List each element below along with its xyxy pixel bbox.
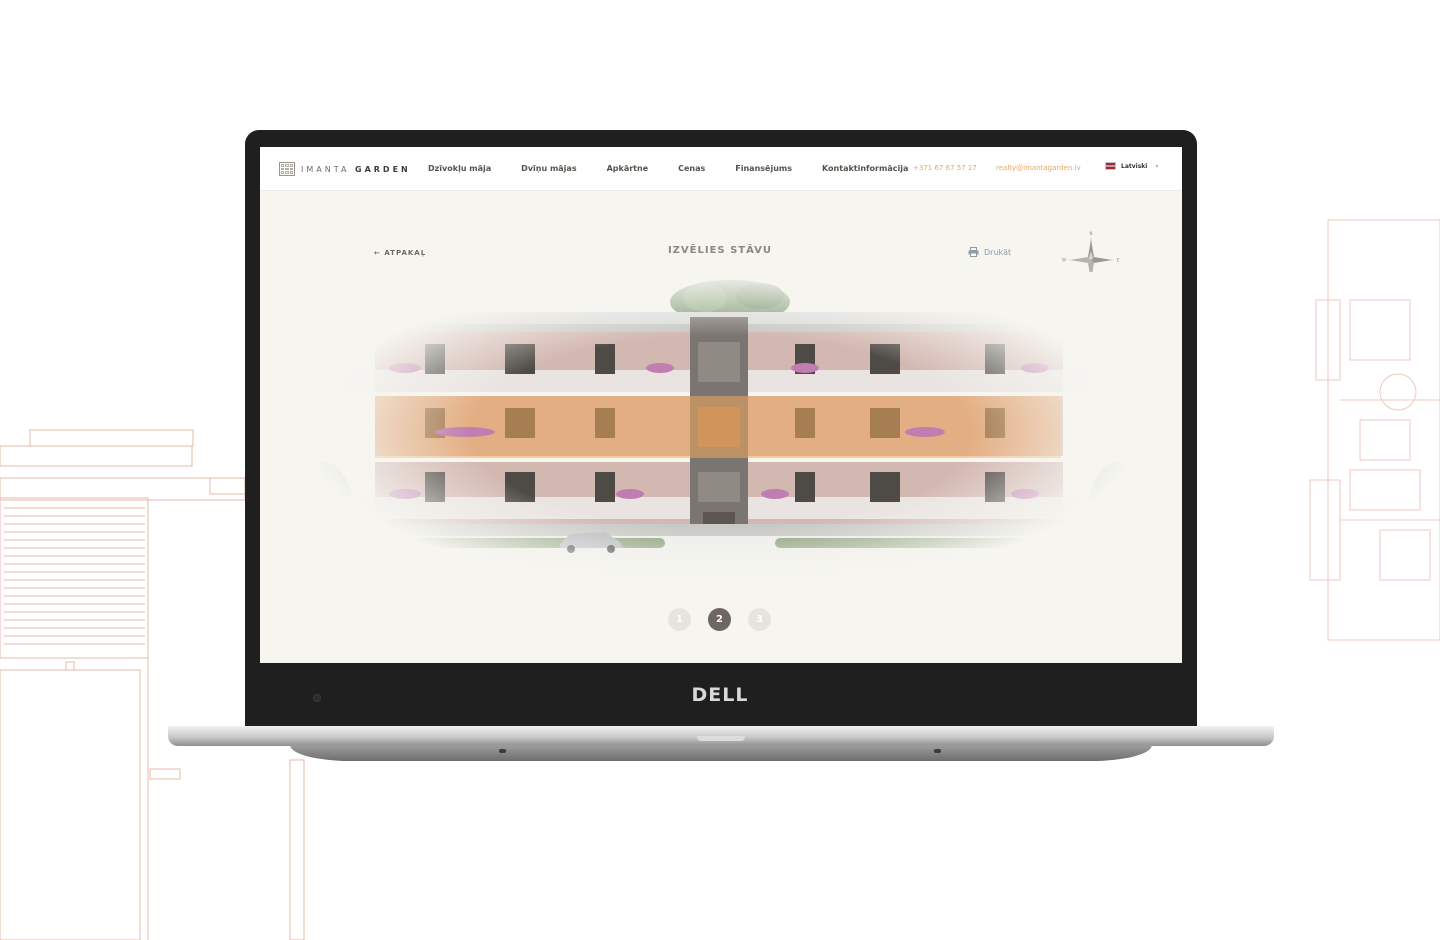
language-selector[interactable]: Latviski ▾ [1105, 162, 1158, 170]
floor-page-1[interactable]: 1 [668, 608, 691, 631]
nav-item-surroundings[interactable]: Apkārtne [607, 164, 649, 173]
nav-item-apartment-house[interactable]: Dzīvokļu māja [428, 164, 491, 173]
lid-notch [697, 736, 745, 741]
print-button[interactable]: Drukāt [968, 247, 1011, 257]
webcam [313, 694, 321, 702]
site-header: IMANTA GARDEN Dzīvokļu māja Dvīņu mājas … [260, 147, 1182, 191]
nav-item-prices[interactable]: Cenas [678, 164, 705, 173]
base-port [934, 749, 941, 753]
printer-icon [968, 247, 979, 257]
back-label: ATPAKAĻ [384, 249, 427, 257]
compass-e-label: E [1117, 258, 1120, 263]
logo-text: IMANTA GARDEN [301, 165, 411, 174]
floor-page-3[interactable]: 3 [748, 608, 771, 631]
mockup-stage: DELL IMANTA GARDEN Dzīvokļu māja Dvīņu m… [0, 0, 1440, 940]
arrow-left-icon: ← [374, 249, 381, 257]
contact-phone-link[interactable]: +371 67 67 57 17 [913, 164, 977, 172]
logo-grid-icon [279, 162, 295, 176]
floor-page-2[interactable]: 2 [708, 608, 731, 631]
base-port [499, 749, 506, 753]
building-facade [305, 272, 1137, 592]
laptop-foot [290, 745, 1152, 761]
nav-item-contacts[interactable]: Kontaktinformācija [822, 164, 908, 173]
compass-n-label: N [1090, 231, 1093, 236]
back-link[interactable]: ← ATPAKAĻ [374, 249, 426, 257]
contact-email-link[interactable]: realty@imantagarden.lv [996, 164, 1081, 172]
language-label: Latviski [1121, 162, 1148, 170]
nav-item-financing[interactable]: Finansējums [735, 164, 792, 173]
chevron-down-icon: ▾ [1155, 162, 1159, 170]
print-label: Drukāt [984, 247, 1012, 257]
dell-logo: DELL [691, 684, 749, 706]
logo-text-light: IMANTA [301, 164, 350, 174]
logo-text-bold: GARDEN [355, 164, 411, 174]
site-logo[interactable]: IMANTA GARDEN [279, 162, 411, 176]
nav-item-twin-houses[interactable]: Dvīņu mājas [521, 164, 576, 173]
page-title: IZVĒLIES STĀVU [667, 245, 773, 256]
main-nav: Dzīvokļu māja Dvīņu mājas Apkārtne Cenas… [428, 164, 938, 173]
laptop-screen: IMANTA GARDEN Dzīvokļu māja Dvīņu mājas … [260, 147, 1182, 663]
floor-pager: 1 2 3 [668, 608, 788, 631]
compass-w-label: W [1062, 258, 1066, 263]
latvia-flag-icon [1105, 162, 1116, 170]
